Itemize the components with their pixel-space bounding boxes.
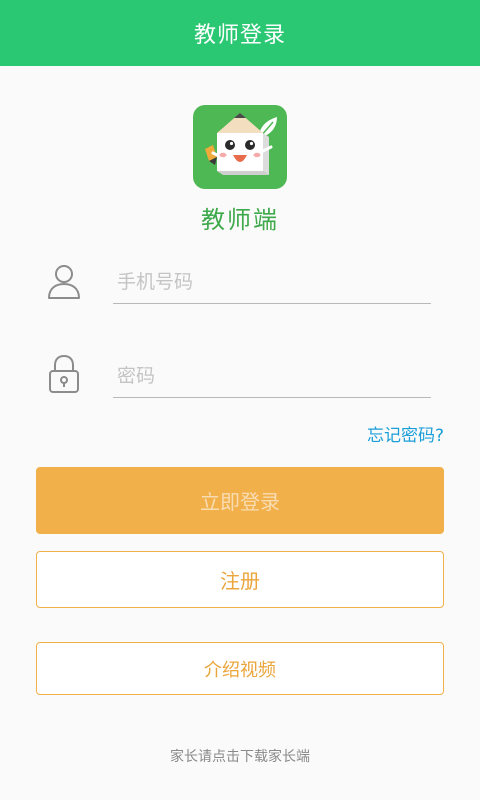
login-button-label: 立即登录 bbox=[200, 490, 280, 514]
user-icon bbox=[46, 262, 82, 302]
register-button[interactable]: 注册 bbox=[36, 551, 444, 608]
login-button[interactable]: 立即登录 bbox=[36, 467, 444, 534]
intro-video-button[interactable]: 介绍视频 bbox=[36, 642, 444, 695]
parent-app-download-link[interactable]: 家长请点击下载家长端 bbox=[0, 746, 480, 766]
app-name: 教师端 bbox=[201, 206, 279, 234]
page-title: 教师登录 bbox=[193, 23, 286, 48]
lock-icon bbox=[46, 354, 82, 394]
mascot-pencil-icon bbox=[205, 113, 277, 175]
password-input[interactable] bbox=[113, 354, 431, 398]
app-logo bbox=[193, 105, 287, 189]
phone-input[interactable] bbox=[113, 260, 431, 304]
forgot-password-link[interactable]: 忘记密码? bbox=[367, 421, 444, 446]
intro-video-button-label: 介绍视频 bbox=[204, 659, 276, 681]
top-bar: 教师登录 bbox=[0, 0, 480, 66]
register-button-label: 注册 bbox=[220, 569, 260, 593]
